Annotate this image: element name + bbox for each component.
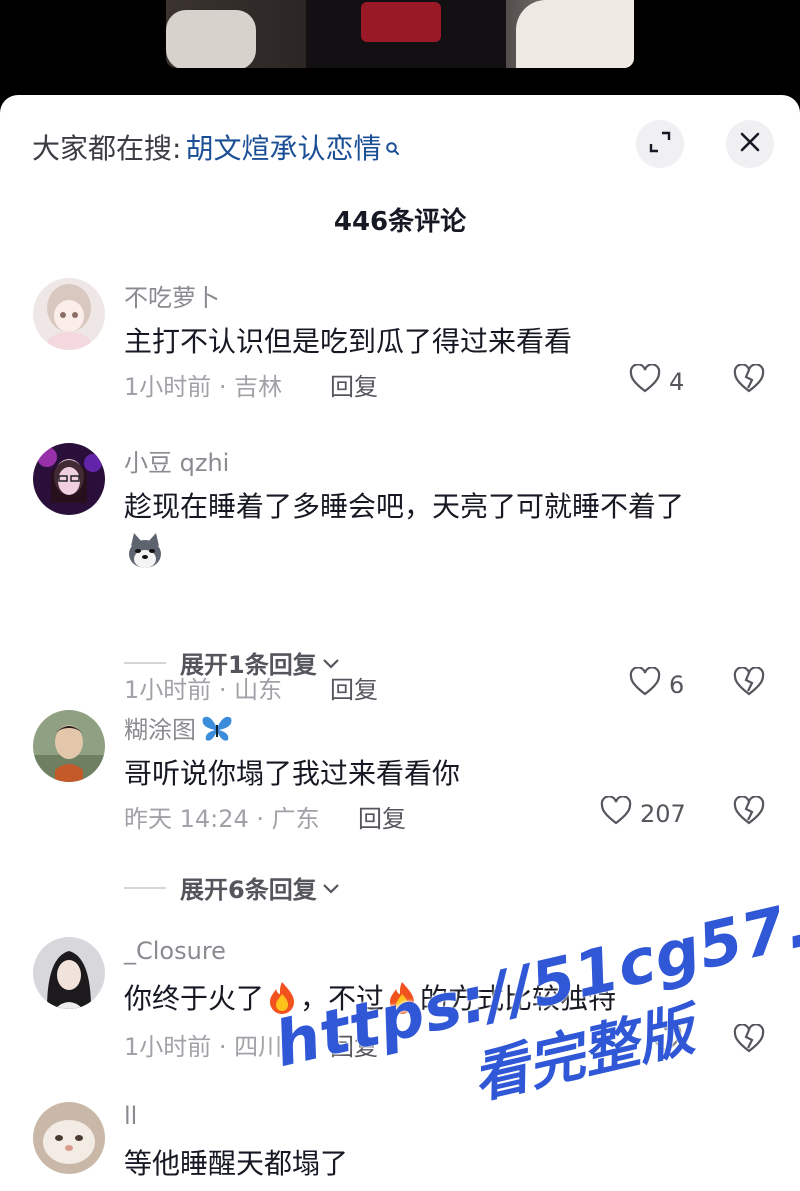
- video-frame-hand: [516, 0, 634, 68]
- heart-icon: [650, 1023, 690, 1060]
- trending-search-prefix: 大家都在搜:: [32, 132, 182, 165]
- like-button[interactable]: 207: [600, 795, 686, 832]
- comment-username-row: 糊涂图: [124, 710, 234, 745]
- like-count: 4: [669, 368, 685, 396]
- comment-text: 你终于火了 ，不过 的方式比较独特: [124, 977, 616, 1017]
- expand-replies-button[interactable]: 展开1条回复: [124, 645, 341, 680]
- reply-button[interactable]: 回复: [330, 367, 378, 402]
- comment-text: 等他睡醒天都塌了: [124, 1147, 349, 1180]
- comment-text: 哥听说你塌了我过来看看你: [124, 757, 461, 790]
- comment-text: 趁现在睡着了多睡会吧，天亮了可就睡不着了: [124, 490, 685, 523]
- comment-item: _Closure 你终于火了 ，不过 的方式比较独特 1小时前 · 四川 回复: [0, 937, 800, 1067]
- comment-username[interactable]: 糊涂图: [124, 710, 196, 745]
- like-button[interactable]: 4: [629, 363, 685, 400]
- broken-heart-icon: [733, 795, 765, 830]
- expand-replies-label: 展开6条回复: [180, 876, 317, 904]
- heart-icon: [600, 795, 640, 832]
- broken-heart-icon: [733, 666, 765, 701]
- fire-emoji: [387, 980, 417, 1014]
- expand-icon: [648, 130, 672, 158]
- butterfly-emoji: [200, 713, 234, 743]
- comment-username[interactable]: ll: [124, 1102, 137, 1130]
- chevron-down-icon: [321, 881, 341, 895]
- dog-emoji: [124, 530, 166, 572]
- dislike-button[interactable]: [733, 1023, 765, 1058]
- expand-button[interactable]: [636, 120, 684, 168]
- trending-search[interactable]: 大家都在搜: 胡文煊承认恋情: [32, 127, 401, 167]
- divider: [124, 661, 166, 664]
- comment-username[interactable]: 小豆 qzhi: [124, 443, 229, 478]
- fire-emoji: [267, 980, 297, 1014]
- video-preview[interactable]: [166, 0, 634, 68]
- like-button[interactable]: [650, 1023, 690, 1060]
- comment-text-part: 的方式比较独特: [420, 982, 617, 1015]
- chevron-down-icon: [321, 656, 341, 670]
- heart-icon: [629, 363, 669, 400]
- comment-text-part: 你终于火了: [124, 982, 265, 1015]
- video-frame-print: [361, 2, 441, 42]
- avatar[interactable]: [33, 710, 105, 782]
- comment-item: 不吃萝卜 主打不认识但是吃到瓜了得过来看看 1小时前 · 吉林 回复 4: [0, 275, 800, 415]
- avatar[interactable]: [33, 443, 105, 515]
- avatar[interactable]: [33, 278, 105, 350]
- trending-search-term[interactable]: 胡文煊承认恋情: [185, 127, 381, 167]
- heart-icon: [629, 666, 669, 703]
- comment-item: ll 等他睡醒天都塌了: [0, 1102, 800, 1191]
- comment-text: 主打不认识但是吃到瓜了得过来看看: [124, 325, 573, 358]
- broken-heart-icon: [733, 1023, 765, 1058]
- comment-username[interactable]: 不吃萝卜: [124, 278, 220, 313]
- comment-time-location: 昨天 14:24 · 广东: [124, 805, 320, 833]
- comment-username[interactable]: _Closure: [124, 937, 226, 965]
- expand-replies-button[interactable]: 展开6条回复: [124, 870, 341, 905]
- dislike-button[interactable]: [733, 363, 765, 398]
- close-button[interactable]: [726, 120, 774, 168]
- video-frame-pillow: [166, 10, 256, 68]
- search-icon: [385, 131, 401, 164]
- comment-item: 小豆 qzhi 趁现在睡着了多睡会吧，天亮了可就睡不着了 1小时前 · 山东 回…: [0, 440, 800, 704]
- dislike-button[interactable]: [733, 666, 765, 701]
- divider: [124, 886, 166, 889]
- avatar[interactable]: [33, 937, 105, 1009]
- reply-button[interactable]: 回复: [330, 1027, 378, 1062]
- expand-replies-label: 展开1条回复: [180, 651, 317, 679]
- close-icon: [738, 130, 762, 158]
- avatar[interactable]: [33, 1102, 105, 1174]
- comment-item: 糊涂图 哥听说你塌了我过来看看你 昨天 14:24 · 广东 回复 207: [0, 707, 800, 837]
- comment-sheet: 大家都在搜: 胡文煊承认恋情 446条评论 不吃萝卜 主打不认识但是吃到瓜了得过…: [0, 95, 800, 1191]
- comment-text-part: ，不过: [300, 982, 385, 1015]
- like-button[interactable]: 6: [629, 666, 685, 703]
- reply-button[interactable]: 回复: [358, 799, 406, 834]
- comment-time-location: 1小时前 · 四川: [124, 1033, 283, 1061]
- dislike-button[interactable]: [733, 795, 765, 830]
- like-count: 6: [669, 671, 685, 699]
- like-count: 207: [640, 800, 686, 828]
- broken-heart-icon: [733, 363, 765, 398]
- comment-count: 446条评论: [333, 207, 467, 237]
- comment-time-location: 1小时前 · 吉林: [124, 373, 283, 401]
